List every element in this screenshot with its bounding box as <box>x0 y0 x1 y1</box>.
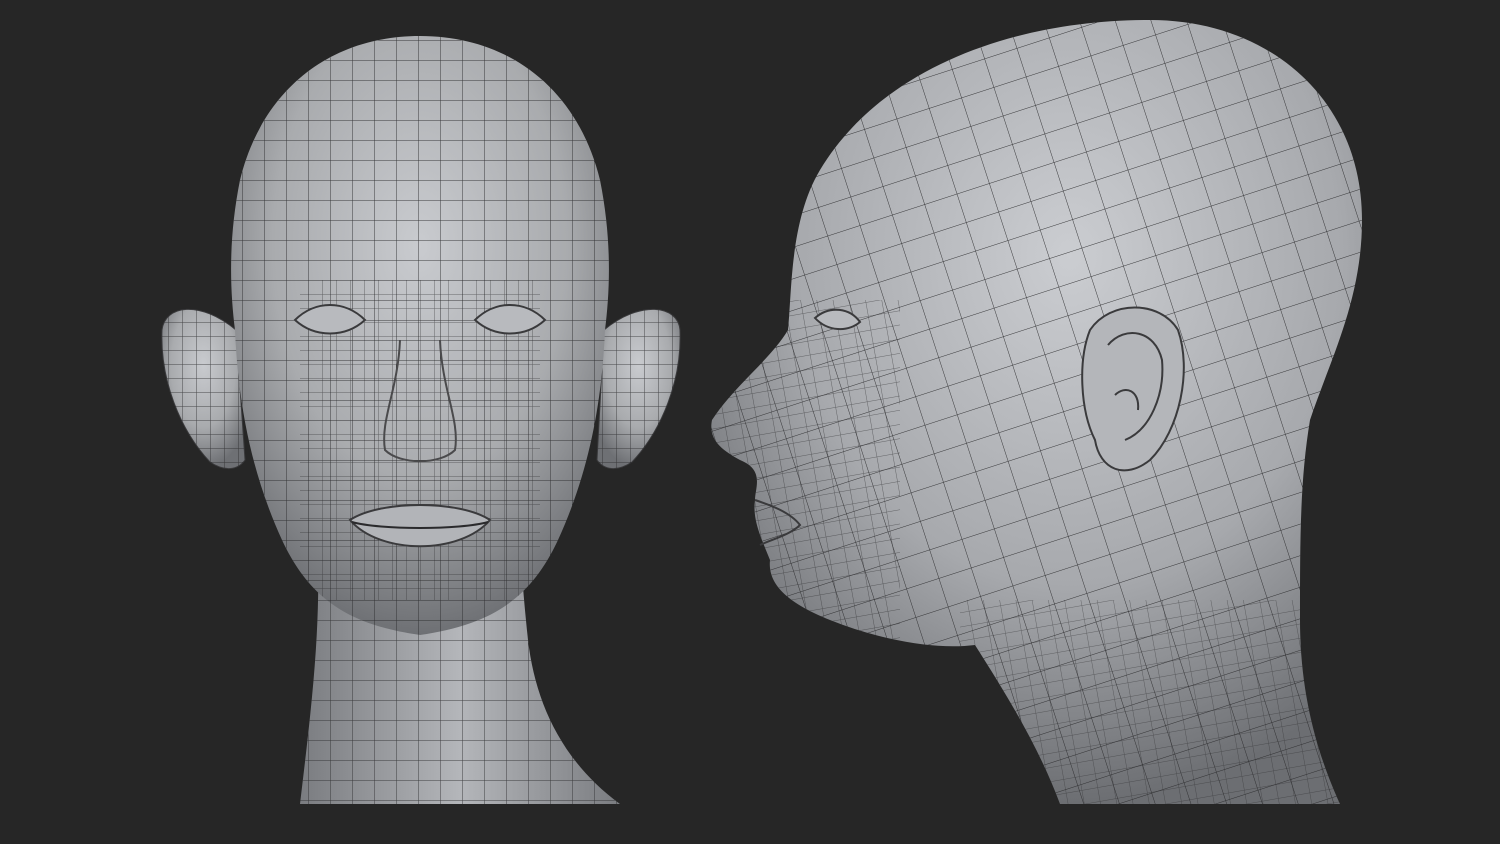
render-canvas <box>161 20 1362 804</box>
side-view <box>711 20 1362 804</box>
viewport <box>0 0 1500 844</box>
front-view <box>161 36 681 804</box>
